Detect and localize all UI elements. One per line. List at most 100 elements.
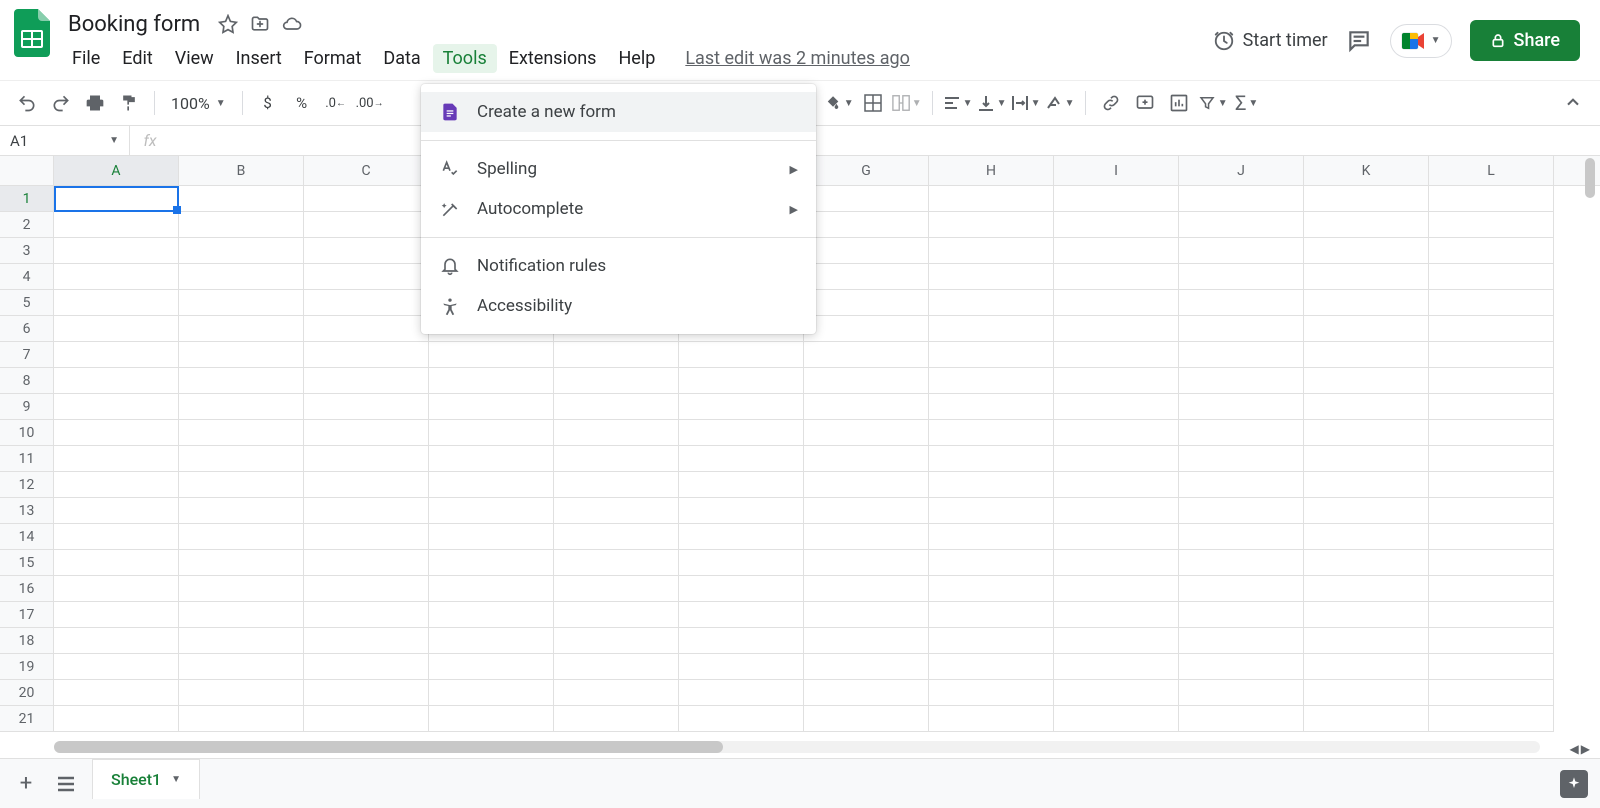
accessibility-icon — [439, 295, 461, 317]
row-header-14[interactable]: 14 — [0, 524, 54, 550]
row-header-16[interactable]: 16 — [0, 576, 54, 602]
menu-separator — [421, 140, 816, 141]
insert-comment-button[interactable] — [1130, 88, 1160, 118]
dd-label: Create a new form — [477, 102, 616, 122]
col-header-c[interactable]: C — [304, 156, 429, 185]
functions-button[interactable]: Σ▼ — [1232, 88, 1262, 118]
col-header-i[interactable]: I — [1054, 156, 1179, 185]
col-header-h[interactable]: H — [929, 156, 1054, 185]
share-button[interactable]: Share — [1470, 20, 1580, 61]
vertical-scrollbar[interactable] — [1582, 158, 1598, 198]
vertical-align-button[interactable]: ▼ — [977, 88, 1007, 118]
menu-data[interactable]: Data — [373, 44, 430, 73]
row-header-2[interactable]: 2 — [0, 212, 54, 238]
cloud-status-icon[interactable] — [282, 14, 302, 34]
formula-input[interactable] — [170, 126, 1600, 155]
fill-color-button[interactable]: ▼ — [824, 88, 854, 118]
format-percent-button[interactable]: % — [287, 88, 317, 118]
comments-icon[interactable] — [1346, 28, 1372, 54]
row-header-12[interactable]: 12 — [0, 472, 54, 498]
share-label: Share — [1514, 30, 1560, 51]
row-header-17[interactable]: 17 — [0, 602, 54, 628]
start-timer-button[interactable]: Start timer — [1213, 30, 1328, 52]
col-header-b[interactable]: B — [179, 156, 304, 185]
col-header-j[interactable]: J — [1179, 156, 1304, 185]
col-header-g[interactable]: G — [804, 156, 929, 185]
borders-button[interactable] — [858, 88, 888, 118]
select-all-corner[interactable] — [0, 156, 54, 185]
insert-chart-button[interactable] — [1164, 88, 1194, 118]
row-header-3[interactable]: 3 — [0, 238, 54, 264]
format-currency-button[interactable]: $ — [253, 88, 283, 118]
scroll-right-button[interactable]: ▶ — [1581, 742, 1590, 756]
menu-help[interactable]: Help — [608, 44, 665, 73]
meet-button[interactable]: ▼ — [1390, 24, 1452, 58]
caret-down-icon: ▼ — [1431, 35, 1441, 46]
col-header-l[interactable]: L — [1429, 156, 1554, 185]
horizontal-align-button[interactable]: ▼ — [943, 88, 973, 118]
collapse-toolbar-button[interactable] — [1558, 88, 1588, 118]
menu-extensions[interactable]: Extensions — [499, 44, 607, 73]
doc-area: Booking form File Edit View Insert Forma… — [62, 8, 1213, 76]
sheet-tab-1[interactable]: Sheet1 ▼ — [92, 759, 200, 799]
dd-label: Spelling — [477, 159, 537, 179]
row-header-8[interactable]: 8 — [0, 368, 54, 394]
add-sheet-button[interactable]: + — [12, 770, 40, 798]
menu-file[interactable]: File — [62, 44, 110, 73]
row-header-4[interactable]: 4 — [0, 264, 54, 290]
paint-format-button[interactable] — [114, 88, 144, 118]
row-header-9[interactable]: 9 — [0, 394, 54, 420]
tools-create-form[interactable]: Create a new form — [421, 92, 816, 132]
row-header-21[interactable]: 21 — [0, 706, 54, 732]
merge-cells-button[interactable]: ▼ — [892, 88, 922, 118]
menu-insert[interactable]: Insert — [226, 44, 292, 73]
move-icon[interactable] — [250, 14, 270, 34]
insert-link-button[interactable] — [1096, 88, 1126, 118]
row-header-10[interactable]: 10 — [0, 420, 54, 446]
zoom-select[interactable]: 100%▼ — [165, 94, 232, 113]
redo-button[interactable] — [46, 88, 76, 118]
separator — [154, 91, 155, 115]
fx-label: fx — [130, 131, 170, 150]
row-header-11[interactable]: 11 — [0, 446, 54, 472]
horizontal-scrollbar[interactable] — [54, 738, 1540, 756]
menu-edit[interactable]: Edit — [112, 44, 162, 73]
dd-label: Accessibility — [477, 296, 572, 316]
row-header-1[interactable]: 1 — [0, 186, 54, 212]
row-header-13[interactable]: 13 — [0, 498, 54, 524]
col-header-k[interactable]: K — [1304, 156, 1429, 185]
text-rotation-button[interactable]: ▼ — [1045, 88, 1075, 118]
explore-button[interactable] — [1560, 770, 1588, 798]
undo-button[interactable] — [12, 88, 42, 118]
row-header-19[interactable]: 19 — [0, 654, 54, 680]
tools-spelling[interactable]: Spelling ▶ — [421, 149, 816, 189]
text-wrap-button[interactable]: ▼ — [1011, 88, 1041, 118]
name-box[interactable]: A1 ▼ — [0, 126, 130, 155]
title-row: Booking form — [62, 8, 1213, 40]
filter-button[interactable]: ▼ — [1198, 88, 1228, 118]
scroll-left-button[interactable]: ◀ — [1570, 742, 1579, 756]
col-header-a[interactable]: A — [54, 156, 179, 185]
start-timer-label: Start timer — [1243, 30, 1328, 51]
menu-view[interactable]: View — [165, 44, 224, 73]
doc-title[interactable]: Booking form — [62, 10, 206, 39]
row-header-7[interactable]: 7 — [0, 342, 54, 368]
last-edit-link[interactable]: Last edit was 2 minutes ago — [685, 48, 910, 69]
caret-down-icon: ▼ — [171, 774, 181, 785]
menu-format[interactable]: Format — [294, 44, 372, 73]
decrease-decimal-button[interactable]: .0← — [321, 88, 351, 118]
row-header-15[interactable]: 15 — [0, 550, 54, 576]
tools-notification-rules[interactable]: Notification rules — [421, 246, 816, 286]
print-button[interactable] — [80, 88, 110, 118]
menu-tools[interactable]: Tools — [433, 44, 497, 73]
row-header-18[interactable]: 18 — [0, 628, 54, 654]
star-icon[interactable] — [218, 14, 238, 34]
all-sheets-button[interactable] — [52, 770, 80, 798]
row-header-20[interactable]: 20 — [0, 680, 54, 706]
tools-accessibility[interactable]: Accessibility — [421, 286, 816, 326]
row-header-6[interactable]: 6 — [0, 316, 54, 342]
sheets-logo-icon[interactable] — [12, 8, 52, 58]
tools-autocomplete[interactable]: Autocomplete ▶ — [421, 189, 816, 229]
row-header-5[interactable]: 5 — [0, 290, 54, 316]
increase-decimal-button[interactable]: .00→ — [355, 88, 385, 118]
